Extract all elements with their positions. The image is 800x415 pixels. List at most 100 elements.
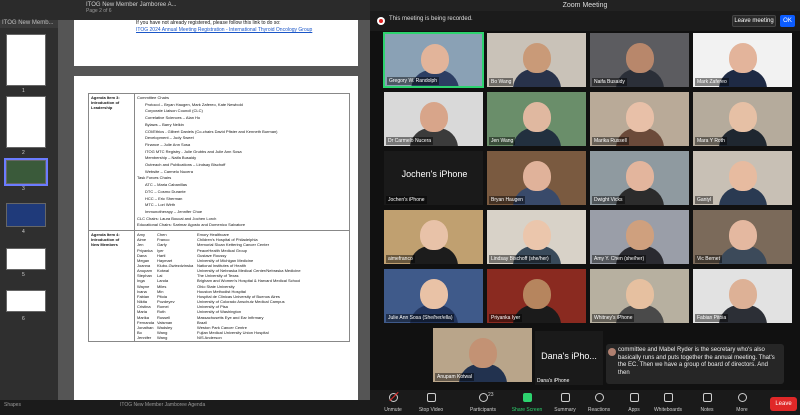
person-head bbox=[729, 43, 757, 73]
unmute-button[interactable]: Unmute bbox=[376, 390, 410, 415]
person-head bbox=[523, 220, 551, 250]
participant-tile-dana[interactable]: Dana's iPho... Dana's iPhone bbox=[534, 330, 604, 386]
member-row: Jennifer Wang NIS Anderson bbox=[137, 335, 347, 340]
participant-tile[interactable]: Gregory W. Randolph bbox=[383, 32, 484, 88]
person-head bbox=[420, 102, 448, 132]
member-institution: NIS Anderson bbox=[197, 335, 222, 341]
apps-icon bbox=[630, 393, 639, 402]
participant-tile[interactable]: Amy Y. Chen (she/her) bbox=[589, 209, 690, 265]
participant-tile[interactable]: Ganiyl bbox=[692, 150, 793, 206]
committee-bullet: Finance – Julie Ann Sosa bbox=[145, 141, 191, 147]
participant-tile[interactable]: Mara Y Roth bbox=[692, 91, 793, 147]
section-heading: CLC Chairs: Laura Boucai and Jochen Lorc… bbox=[137, 215, 217, 221]
participant-tile[interactable]: Anupam Kotwal bbox=[432, 327, 533, 383]
page-number-2: 2 bbox=[22, 150, 25, 156]
zoom-title: Zoom Meeting bbox=[370, 0, 800, 11]
participant-name: Gregory W. Randolph bbox=[387, 77, 440, 85]
window-label: ITOG New Memb... bbox=[2, 20, 54, 26]
taskbar-shapes[interactable]: Shapes bbox=[4, 402, 21, 412]
share-screen-button[interactable]: Share Screen bbox=[510, 390, 544, 415]
participant-tile[interactable]: Dwight Vicks bbox=[589, 150, 690, 206]
leadership-list: Committee Chairs Protocol – Bryan Haugen,… bbox=[134, 92, 350, 232]
person-head bbox=[421, 44, 449, 74]
notes-button[interactable]: Notes bbox=[690, 390, 724, 415]
apps-button[interactable]: Apps bbox=[617, 390, 651, 415]
video-camera-icon bbox=[427, 393, 436, 402]
person-head bbox=[523, 102, 551, 132]
page-number-1: 1 bbox=[22, 88, 25, 94]
heart-icon bbox=[595, 393, 604, 402]
committee-bullet: ATC – Maria Cabanillas bbox=[145, 182, 187, 188]
participant-tile[interactable]: Bo Wang bbox=[486, 32, 587, 88]
live-caption: committee and Mabel Ryder is the secreta… bbox=[606, 344, 784, 384]
committee-bullet: Protocol – Bryan Haugen, Mark Zafereo, K… bbox=[145, 101, 243, 107]
page-thumbnails-sidebar: 1 2 3 4 5 6 bbox=[0, 28, 58, 400]
page-thumbnail-3[interactable] bbox=[4, 158, 48, 186]
participant-tile[interactable]: Fabian Pitoia bbox=[692, 268, 793, 324]
share-screen-label: Share Screen bbox=[511, 407, 543, 413]
document-page-1: If you have not already registered, plea… bbox=[74, 20, 358, 66]
share-screen-icon bbox=[523, 393, 532, 402]
participant-tile[interactable]: Jen Wang bbox=[486, 91, 587, 147]
participant-tile[interactable]: Mark Zafereo bbox=[692, 32, 793, 88]
participant-tile[interactable]: Marika Russell bbox=[589, 91, 690, 147]
section-heading: Task Forces Chairs bbox=[137, 175, 172, 181]
viewer-titlebar[interactable]: ITOG New Member Jamboree A... Page 2 of … bbox=[0, 0, 370, 20]
participants-button[interactable]: 23 Participants bbox=[466, 390, 500, 415]
summary-button[interactable]: Summary bbox=[548, 390, 582, 415]
document-canvas[interactable]: If you have not already registered, plea… bbox=[58, 20, 370, 406]
participant-tile[interactable]: Jochen's iPhone Jochen's iPhone bbox=[383, 150, 484, 206]
participants-icon bbox=[479, 393, 488, 402]
participants-label: Participants bbox=[469, 407, 497, 413]
document-viewer-window: ITOG New Member Jamboree A... Page 2 of … bbox=[0, 0, 370, 415]
desktop: ITOG New Member Jamboree A... Page 2 of … bbox=[0, 0, 800, 415]
participant-tile[interactable]: Julie Ann Sosa (She/her/ella) bbox=[383, 268, 484, 324]
participant-tile[interactable]: Vic Bernet bbox=[692, 209, 793, 265]
participant-tile[interactable]: Lindsay Bischoff (she/her) bbox=[486, 209, 587, 265]
participant-name: Fabian Pitoia bbox=[695, 314, 729, 322]
committee-bullet: Immunotherapy – Jennifer Choe bbox=[145, 208, 203, 214]
page-thumbnail-2[interactable] bbox=[6, 96, 46, 148]
taskbar-document[interactable]: ITOG New Member Jamboree Agenda bbox=[120, 402, 205, 412]
committee-bullet: DTC – Cosmo Durante bbox=[145, 188, 186, 194]
agenda-item-3-heading: Agenda Item 3: Introduction of Leadershi… bbox=[88, 92, 135, 232]
participant-tile[interactable]: Bryan Haugen bbox=[486, 150, 587, 206]
committee-bullet: HCC – Eric Sherman bbox=[145, 195, 183, 201]
committee-bullet: MTC – Lori Wirth bbox=[145, 202, 176, 208]
reactions-button[interactable]: Reactions bbox=[582, 390, 616, 415]
stop-video-label: Stop Video bbox=[418, 407, 444, 413]
participant-tile[interactable]: Naifa Busaidy bbox=[589, 32, 690, 88]
leave-button[interactable]: Leave bbox=[770, 397, 797, 411]
person-head bbox=[626, 43, 654, 73]
participant-name: Priyanka Iyer bbox=[489, 314, 523, 322]
participant-name: Dr Carmelo Nucera bbox=[386, 137, 434, 145]
person-head bbox=[729, 220, 757, 250]
caption-text: committee and Mabel Ryder is the secreta… bbox=[618, 347, 775, 376]
committee-bullet: Bylaws – Barry Nelkin bbox=[145, 121, 184, 127]
committee-bullet: Development – Judy Sweet bbox=[145, 135, 194, 141]
participant-name: Anupam Kotwal bbox=[435, 373, 475, 381]
participant-tile[interactable]: Whitney's iPhone bbox=[589, 268, 690, 324]
participant-name: Mark Zafereo bbox=[695, 78, 729, 86]
registration-link[interactable]: ITOG 2024 Annual Meeting Registration - … bbox=[136, 27, 312, 33]
page-thumbnail-5[interactable] bbox=[6, 248, 46, 270]
whiteboards-label: Whiteboards bbox=[653, 407, 683, 413]
person-head bbox=[626, 102, 654, 132]
page-thumbnail-6[interactable] bbox=[6, 290, 46, 312]
whiteboards-button[interactable]: Whiteboards bbox=[651, 390, 685, 415]
person-head bbox=[420, 220, 448, 250]
participant-name: Jochen's iPhone bbox=[386, 196, 427, 204]
participant-tile[interactable]: aimefranco bbox=[383, 209, 484, 265]
committee-bullet: Correlative Sciences – Alan Ho bbox=[145, 115, 201, 121]
ok-button[interactable]: OK bbox=[780, 15, 795, 27]
agenda-item-4-heading: Agenda Item 4: Introduction of New Membe… bbox=[88, 230, 135, 343]
page-thumbnail-1[interactable] bbox=[6, 34, 46, 86]
leave-meeting-button[interactable]: Leave meeting bbox=[732, 15, 776, 27]
meeting-toolbar: Unmute Stop Video 23 Participants Share … bbox=[370, 390, 800, 415]
participant-tile[interactable]: Priyanka Iyer bbox=[486, 268, 587, 324]
participant-tile[interactable]: Dr Carmelo Nucera bbox=[383, 91, 484, 147]
more-button[interactable]: More bbox=[725, 390, 759, 415]
participant-count: 23 bbox=[488, 392, 494, 398]
stop-video-button[interactable]: Stop Video bbox=[414, 390, 448, 415]
page-thumbnail-4[interactable] bbox=[6, 203, 46, 227]
